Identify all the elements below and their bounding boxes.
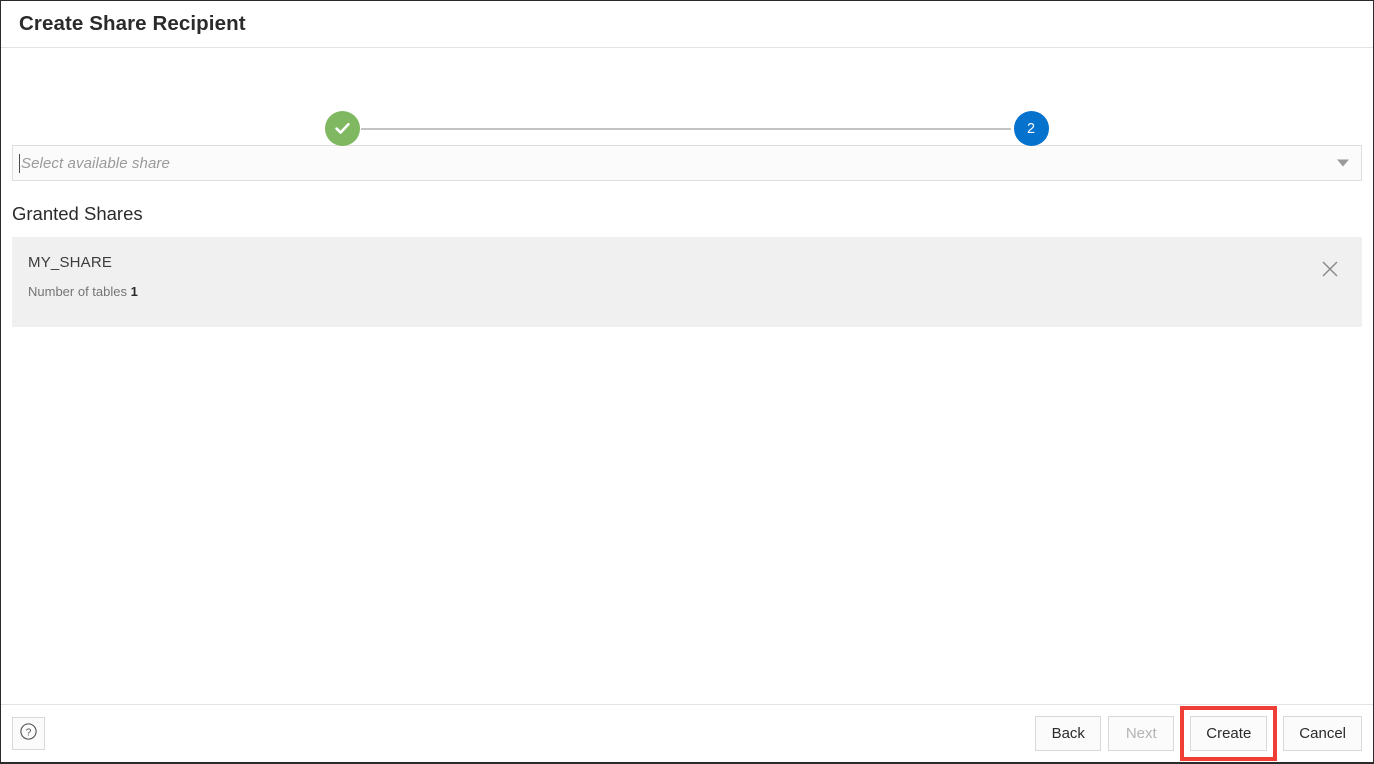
create-share-recipient-dialog: Create Share Recipient General 2 Shares xyxy=(0,0,1374,764)
granted-share-item: MY_SHARE Number of tables 1 xyxy=(12,237,1362,327)
text-caret xyxy=(19,154,20,173)
available-share-select[interactable]: Select available share xyxy=(12,145,1362,181)
footer-button-group: Back Next Create Cancel xyxy=(1035,706,1362,761)
help-circle-icon: ? xyxy=(19,722,38,746)
granted-shares-heading: Granted Shares xyxy=(12,203,1362,225)
available-share-placeholder: Select available share xyxy=(21,155,170,172)
granted-shares-list: MY_SHARE Number of tables 1 xyxy=(12,237,1362,327)
granted-share-name: MY_SHARE xyxy=(28,254,1342,271)
granted-share-meta: Number of tables 1 xyxy=(28,284,1342,299)
step-indicator-completed xyxy=(325,111,360,146)
stepper-connector-line xyxy=(361,128,1011,130)
granted-share-meta-label: Number of tables xyxy=(28,284,127,299)
close-icon[interactable] xyxy=(1319,258,1341,280)
chevron-down-icon[interactable] xyxy=(1337,160,1349,167)
create-button-highlight: Create xyxy=(1180,706,1277,761)
back-button[interactable]: Back xyxy=(1035,716,1101,751)
dialog-footer: ? Back Next Create Cancel xyxy=(1,704,1373,762)
granted-share-meta-value: 1 xyxy=(131,284,138,299)
check-icon xyxy=(333,119,352,138)
dialog-body: Select available share Granted Shares MY… xyxy=(1,145,1373,327)
next-button: Next xyxy=(1108,716,1174,751)
dialog-header: Create Share Recipient xyxy=(1,1,1373,48)
step-number: 2 xyxy=(1027,121,1035,137)
svg-text:?: ? xyxy=(26,727,32,738)
wizard-stepper: General 2 Shares xyxy=(1,48,1373,145)
cancel-button[interactable]: Cancel xyxy=(1283,716,1362,751)
dialog-title: Create Share Recipient xyxy=(19,12,246,36)
step-indicator-active: 2 xyxy=(1014,111,1049,146)
create-button[interactable]: Create xyxy=(1190,716,1267,751)
help-button[interactable]: ? xyxy=(12,717,45,750)
